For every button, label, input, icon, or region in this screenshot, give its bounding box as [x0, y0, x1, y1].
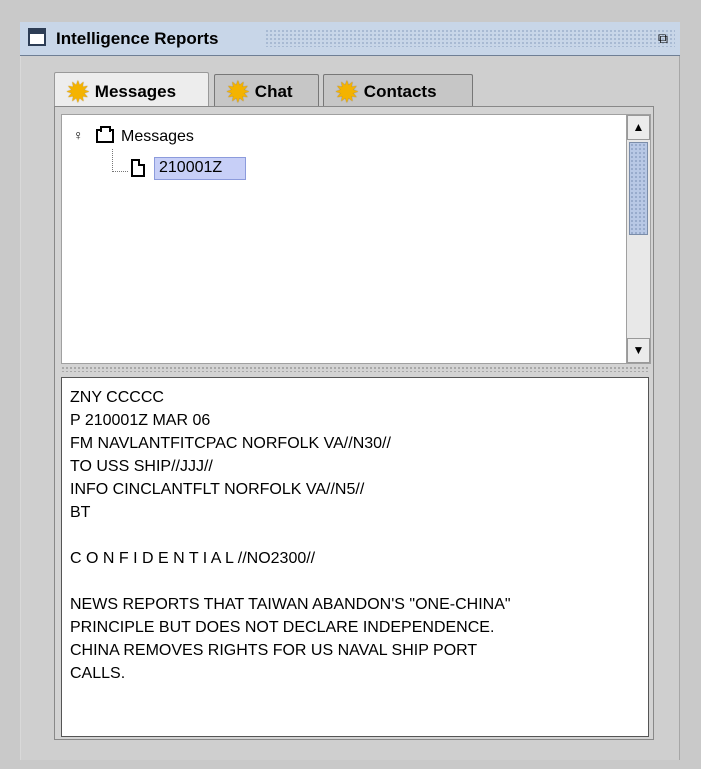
- tab-contacts[interactable]: ✹ Contacts: [323, 74, 473, 108]
- message-detail-area[interactable]: ZNY CCCCC P 210001Z MAR 06 FM NAVLANTFITCP…: [61, 377, 649, 737]
- application-window: Intelligence Reports ⧉ ✹ Messages ✹ Chat…: [0, 0, 701, 769]
- star-icon: ✹: [227, 76, 249, 107]
- message-line: CALLS.: [70, 665, 126, 682]
- tab-label: Messages: [94, 81, 177, 101]
- tree-root-label[interactable]: Messages: [121, 128, 194, 146]
- message-line: [70, 524, 640, 547]
- selected-message-item[interactable]: 210001Z: [154, 157, 246, 180]
- message-tree[interactable]: ♀ Messages 210001Z: [61, 114, 627, 364]
- tree-expand-icon[interactable]: ♀: [73, 127, 85, 145]
- message-line: P 210001Z MAR 06: [70, 412, 211, 429]
- message-line: CHINA REMOVES RIGHTS FOR US NAVAL SHIP P…: [70, 642, 478, 659]
- restore-icon[interactable]: ⧉: [654, 29, 672, 47]
- tab-label: Contacts: [363, 81, 437, 101]
- star-icon: ✹: [67, 76, 89, 107]
- tree-connector-line: [112, 149, 128, 172]
- intelligence-reports-panel: ✹ Messages ✹ Chat ✹ Contacts ♀ Messages …: [20, 56, 680, 760]
- window-icon: [28, 28, 46, 46]
- tab-messages[interactable]: ✹ Messages: [54, 72, 209, 110]
- folder-icon: [96, 126, 114, 143]
- message-line: BT: [70, 504, 91, 521]
- message-line: C O N F I D E N T I A L //NO2300//: [70, 550, 316, 567]
- scroll-up-button[interactable]: ▲: [627, 115, 650, 140]
- message-line: FM NAVLANTFITCPAC NORFOLK VA//N30//: [70, 435, 391, 452]
- internal-frame-titlebar[interactable]: Intelligence Reports ⧉: [20, 22, 680, 56]
- tab-label: Chat: [254, 81, 293, 101]
- message-line: PRINCIPLE BUT DOES NOT DECLARE INDEPENDE…: [70, 619, 495, 636]
- document-icon: [131, 159, 145, 177]
- scroll-down-button[interactable]: ▼: [627, 338, 650, 363]
- tab-chat[interactable]: ✹ Chat: [214, 74, 319, 108]
- scroll-thumb[interactable]: [629, 142, 648, 235]
- message-line: TO USS SHIP//JJJ//: [70, 458, 213, 475]
- message-line: NEWS REPORTS THAT TAIWAN ABANDON'S "ONE-…: [70, 596, 511, 613]
- tree-scrollbar[interactable]: ▲ ▼: [626, 114, 651, 364]
- split-pane-divider[interactable]: [61, 366, 649, 372]
- titlebar-drag-pattern: [265, 29, 675, 47]
- window-title: Intelligence Reports: [56, 29, 219, 48]
- message-line: INFO CINCLANTFLT NORFOLK VA//N5//: [70, 481, 365, 498]
- message-line: [70, 570, 640, 593]
- message-text: ZNY CCCCC P 210001Z MAR 06 FM NAVLANTFITCP…: [70, 386, 640, 685]
- message-line: ZNY CCCCC: [70, 389, 164, 406]
- tab-content: ♀ Messages 210001Z ▲ ▼ ZNY CCCCC P 210001…: [54, 106, 654, 740]
- star-icon: ✹: [336, 76, 358, 107]
